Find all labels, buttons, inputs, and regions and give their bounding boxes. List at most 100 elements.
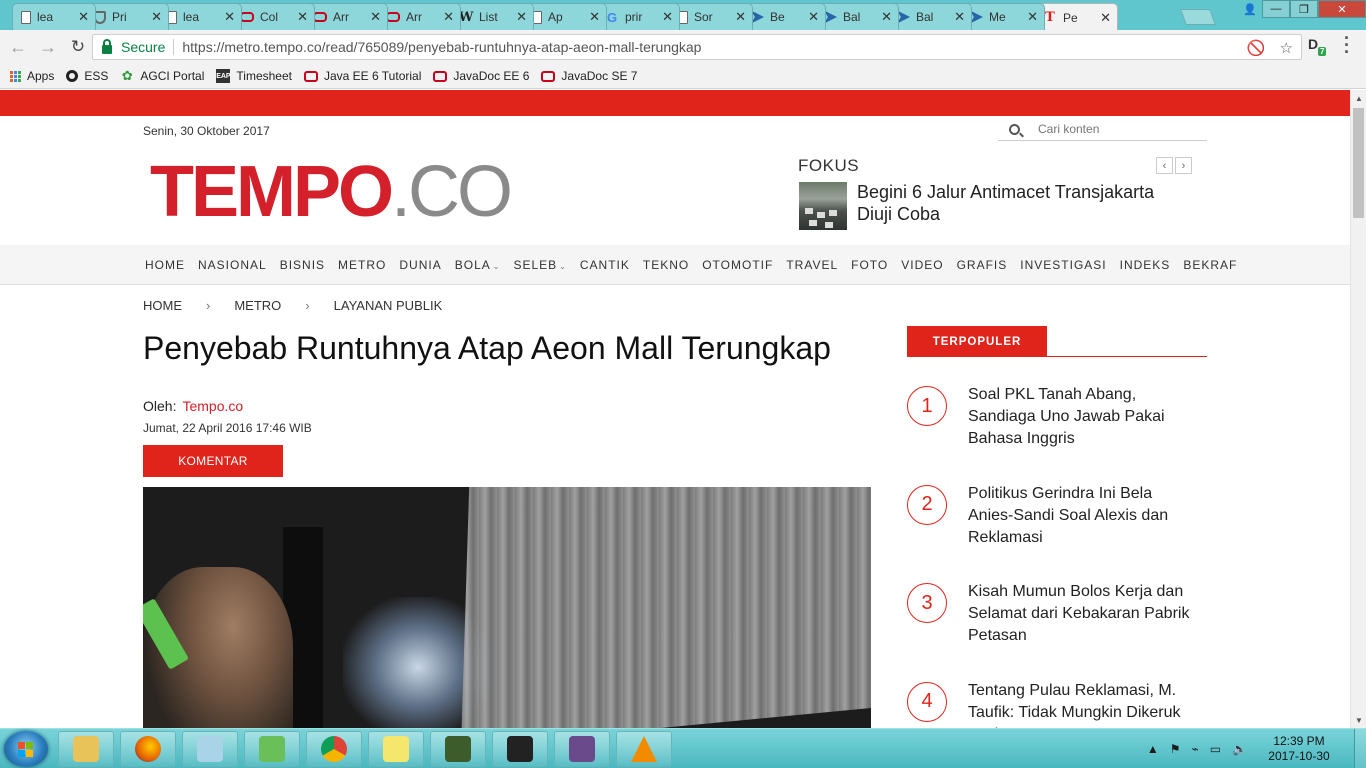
- nav-item-bola[interactable]: BOLA ⌄: [455, 258, 501, 272]
- tab-close-icon[interactable]: ✕: [516, 9, 527, 25]
- search-icon[interactable]: [1009, 123, 1020, 135]
- browser-tab[interactable]: Col ✕: [231, 3, 315, 30]
- browser-tab[interactable]: Bal ✕: [815, 3, 899, 30]
- page-scrollbar[interactable]: ▲ ▼: [1350, 90, 1366, 728]
- breadcrumb-item[interactable]: METRO: [234, 298, 281, 313]
- tab-close-icon[interactable]: ✕: [662, 9, 673, 25]
- browser-tab[interactable]: lea ✕: [158, 3, 242, 30]
- taskbar-app-button[interactable]: [554, 731, 610, 767]
- nav-item-travel[interactable]: TRAVEL: [786, 258, 838, 272]
- fokus-prev-button[interactable]: ‹: [1156, 157, 1173, 174]
- breadcrumb-item[interactable]: HOME: [143, 298, 182, 313]
- taskbar-app-button[interactable]: [120, 731, 176, 767]
- nav-item-foto[interactable]: FOTO: [851, 258, 888, 272]
- komentar-button[interactable]: KOMENTAR: [143, 445, 283, 477]
- show-desktop-button[interactable]: [1354, 729, 1366, 768]
- tab-close-icon[interactable]: ✕: [589, 9, 600, 25]
- browser-tab[interactable]: Sor ✕: [669, 3, 753, 30]
- nav-item-metro[interactable]: METRO: [338, 258, 386, 272]
- nav-item-video[interactable]: VIDEO: [901, 258, 943, 272]
- taskbar-app-button[interactable]: [58, 731, 114, 767]
- tab-close-icon[interactable]: ✕: [78, 9, 89, 25]
- tab-close-icon[interactable]: ✕: [881, 9, 892, 25]
- fokus-thumbnail[interactable]: [799, 182, 847, 230]
- browser-menu-icon[interactable]: · · ·: [1342, 29, 1352, 61]
- tab-close-icon[interactable]: ✕: [735, 9, 746, 25]
- forward-button[interactable]: →: [36, 35, 60, 59]
- reload-button[interactable]: ↻: [66, 35, 90, 59]
- nav-item-indeks[interactable]: INDEKS: [1120, 258, 1171, 272]
- nav-item-nasional[interactable]: NASIONAL: [198, 258, 267, 272]
- author-link[interactable]: Tempo.co: [182, 398, 243, 414]
- close-window-button[interactable]: ✕: [1318, 0, 1366, 18]
- tab-active[interactable]: T Pe ✕: [1034, 3, 1118, 30]
- nav-item-dunia[interactable]: DUNIA: [399, 258, 441, 272]
- nav-item-tekno[interactable]: TEKNO: [643, 258, 689, 272]
- nav-item-bekraf[interactable]: BEKRAF: [1183, 258, 1237, 272]
- terpopuler-title-link[interactable]: Soal PKL Tanah Abang, Sandiaga Uno Jawab…: [968, 384, 1193, 450]
- nav-item-grafis[interactable]: GRAFIS: [957, 258, 1008, 272]
- minimize-button[interactable]: —: [1262, 0, 1290, 18]
- bookmark-item[interactable]: JavaDoc EE 6: [433, 69, 529, 83]
- scroll-down-arrow[interactable]: ▼: [1351, 712, 1366, 728]
- maximize-button[interactable]: ❐: [1290, 0, 1318, 18]
- nav-item-investigasi[interactable]: INVESTIGASI: [1020, 258, 1106, 272]
- action-center-icon[interactable]: ⚑: [1170, 742, 1181, 756]
- taskbar-app-button[interactable]: [492, 731, 548, 767]
- bookmark-item[interactable]: EAP Timesheet: [216, 69, 292, 83]
- browser-tab[interactable]: Arr ✕: [304, 3, 388, 30]
- fokus-headline-link[interactable]: Begini 6 Jalur Antimacet Transjakarta Di…: [857, 181, 1157, 225]
- taskbar-app-button[interactable]: [616, 731, 672, 767]
- browser-tab[interactable]: Bal ✕: [888, 3, 972, 30]
- browser-tab[interactable]: W List ✕: [450, 3, 534, 30]
- tab-close-icon[interactable]: ✕: [954, 9, 965, 25]
- search-input[interactable]: [1038, 122, 1198, 136]
- taskbar-app-button[interactable]: [430, 731, 486, 767]
- tray-expand-icon[interactable]: ▲: [1147, 742, 1159, 756]
- bookmark-item[interactable]: ESS: [66, 69, 108, 83]
- cookie-blocked-icon[interactable]: 🚫: [1247, 39, 1266, 57]
- url-text[interactable]: https://metro.tempo.co/read/765089/penye…: [182, 39, 701, 55]
- search-box[interactable]: [998, 118, 1207, 141]
- taskbar-app-button[interactable]: [244, 731, 300, 767]
- browser-tab[interactable]: Me ✕: [961, 3, 1045, 30]
- terpopuler-title-link[interactable]: Kisah Mumun Bolos Kerja dan Selamat dari…: [968, 581, 1193, 647]
- browser-tab[interactable]: lea ✕: [12, 3, 96, 30]
- tab-close-icon[interactable]: ✕: [808, 9, 819, 25]
- nav-item-seleb[interactable]: SELEB ⌄: [513, 258, 566, 272]
- nav-item-bisnis[interactable]: BISNIS: [280, 258, 325, 272]
- nav-item-otomotif[interactable]: OTOMOTIF: [702, 258, 773, 272]
- new-tab-button[interactable]: [1180, 9, 1216, 25]
- usb-device-icon[interactable]: ⌁: [1191, 742, 1198, 756]
- extension-icon[interactable]: D7: [1308, 36, 1328, 56]
- terpopuler-tab[interactable]: TERPOPULER: [907, 326, 1047, 357]
- start-button[interactable]: [4, 731, 48, 767]
- network-icon[interactable]: ▭: [1210, 742, 1221, 756]
- volume-icon[interactable]: 🔈: [1232, 742, 1247, 756]
- address-bar[interactable]: Secure https://metro.tempo.co/read/76508…: [92, 34, 1302, 60]
- browser-tab[interactable]: Ap ✕: [523, 3, 607, 30]
- bookmark-star-icon[interactable]: ☆: [1280, 39, 1293, 57]
- browser-tab[interactable]: Be ✕: [742, 3, 826, 30]
- breadcrumb-item[interactable]: LAYANAN PUBLIK: [334, 298, 443, 313]
- tab-close-icon[interactable]: ✕: [370, 9, 381, 25]
- browser-tab[interactable]: Gprir ✕: [596, 3, 680, 30]
- bookmark-item[interactable]: ✿ AGCI Portal: [120, 68, 204, 83]
- back-button[interactable]: ←: [6, 35, 30, 59]
- browser-tab[interactable]: Arr ✕: [377, 3, 461, 30]
- terpopuler-title-link[interactable]: Tentang Pulau Reklamasi, M. Taufik: Tida…: [968, 680, 1193, 729]
- tab-close-icon[interactable]: ✕: [151, 9, 162, 25]
- tab-close-icon[interactable]: ✕: [1027, 9, 1038, 25]
- tab-close-icon[interactable]: ✕: [297, 9, 308, 25]
- tempo-logo[interactable]: TEMPO.CO: [150, 156, 513, 228]
- fokus-next-button[interactable]: ›: [1175, 157, 1192, 174]
- bookmark-item[interactable]: Apps: [10, 69, 54, 83]
- scroll-up-arrow[interactable]: ▲: [1351, 90, 1366, 106]
- taskbar-clock[interactable]: 12:39 PM 2017-10-30: [1258, 734, 1340, 764]
- tab-close-icon[interactable]: ✕: [443, 9, 454, 25]
- scrollbar-thumb[interactable]: [1353, 108, 1364, 218]
- bookmark-item[interactable]: JavaDoc SE 7: [541, 69, 637, 83]
- nav-item-cantik[interactable]: CANTIK: [580, 258, 630, 272]
- bookmark-item[interactable]: Java EE 6 Tutorial: [303, 69, 421, 83]
- browser-tab[interactable]: Pri ✕: [85, 3, 169, 30]
